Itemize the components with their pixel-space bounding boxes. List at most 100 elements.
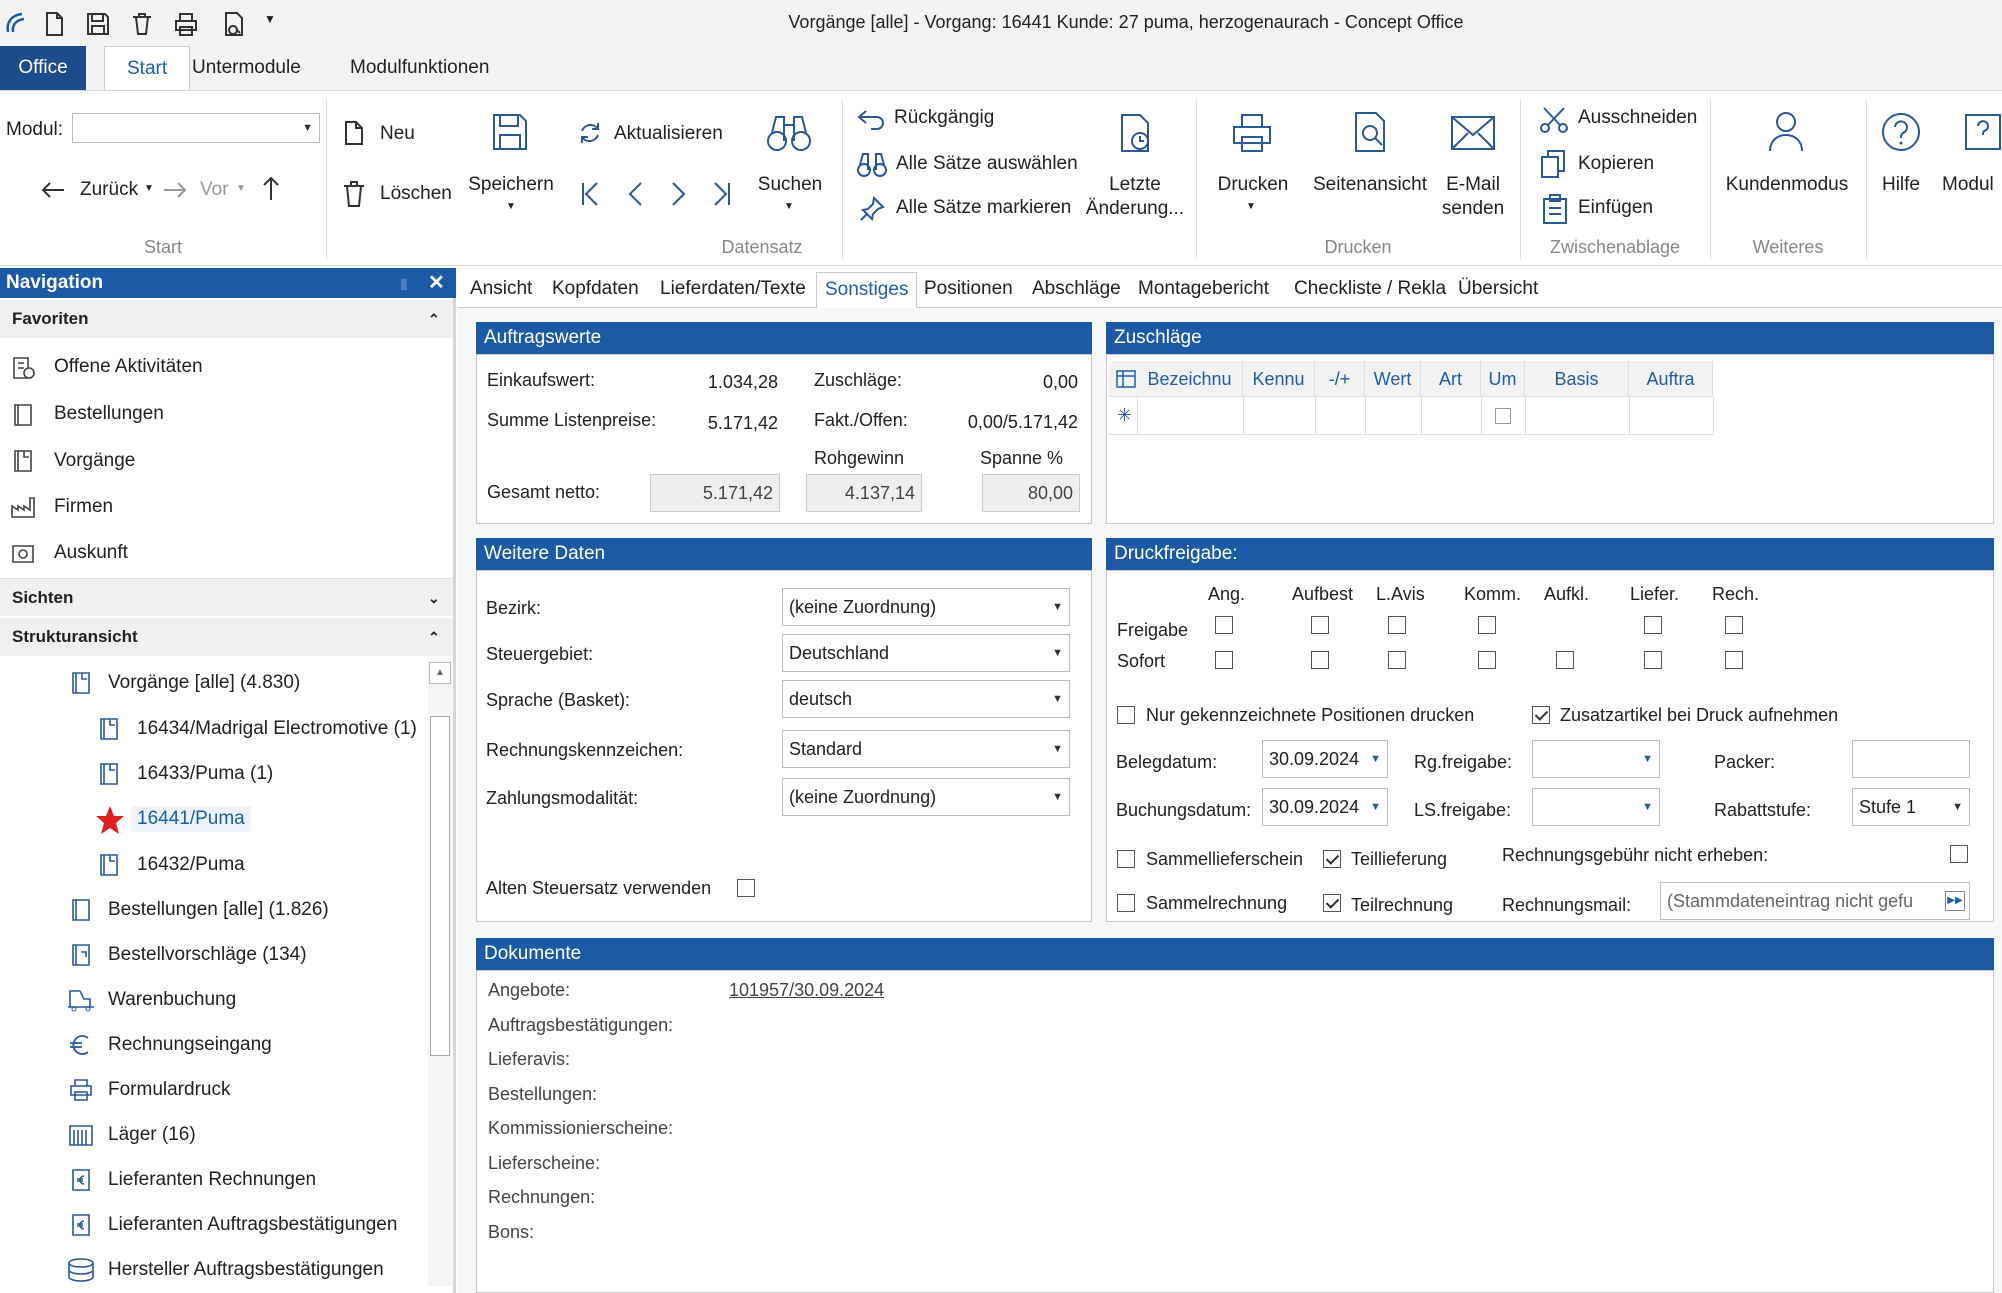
expand-icon[interactable]: ⌄ xyxy=(428,579,440,617)
nav-favorite-companies[interactable]: Firmen xyxy=(54,496,113,518)
col-auftrag[interactable]: Auftra xyxy=(1629,361,1713,397)
tree-scrollbar[interactable]: ▲ xyxy=(428,660,452,1286)
col-wert[interactable]: Wert xyxy=(1365,361,1421,397)
modul-select[interactable]: ▼ xyxy=(72,113,320,143)
tree-item-form-print[interactable]: Formulardruck xyxy=(108,1079,230,1101)
tab-checkliste[interactable]: Checkliste / Rekla xyxy=(1294,278,1446,300)
first-record-icon[interactable] xyxy=(578,179,602,209)
tree-item-warehouses[interactable]: Läger (16) xyxy=(108,1124,196,1146)
new-row[interactable]: ✳ xyxy=(1109,397,1714,435)
freigabe-rech-checkbox[interactable] xyxy=(1725,616,1743,634)
tree-item-invoice-receipt[interactable]: Rechnungseingang xyxy=(108,1034,272,1056)
back-dropdown-icon[interactable]: ▼ xyxy=(144,183,154,194)
favorites-section[interactable]: Favoriten ⌃ xyxy=(0,300,453,338)
freigabe-komm-checkbox[interactable] xyxy=(1478,616,1496,634)
search-dropdown-icon[interactable]: ▼ xyxy=(784,201,794,212)
tab-lieferdaten[interactable]: Lieferdaten/Texte xyxy=(660,278,806,300)
tree-item-16433[interactable]: 16433/Puma (1) xyxy=(137,763,273,785)
zusatzartikel-checkbox[interactable] xyxy=(1532,706,1550,724)
sammelrechnung-checkbox[interactable] xyxy=(1117,894,1135,912)
arrow-up-icon[interactable] xyxy=(256,173,286,203)
tab-montagebericht[interactable]: Montagebericht xyxy=(1138,278,1269,300)
views-section[interactable]: Sichten ⌄ xyxy=(0,578,453,616)
sammellieferschein-checkbox[interactable] xyxy=(1117,850,1135,868)
nav-favorite-info[interactable]: Auskunft xyxy=(54,542,128,564)
forward-button[interactable]: Vor xyxy=(200,179,229,201)
col-bezeichnung[interactable]: Bezeichnu xyxy=(1137,361,1243,397)
rechnungsmail-field[interactable]: (Stammdateneintrag nicht gefu ▶▶ xyxy=(1660,882,1970,920)
refresh-button[interactable]: Aktualisieren xyxy=(614,123,723,145)
tab-untermodule[interactable]: Untermodule xyxy=(170,46,323,90)
freigabe-ang-checkbox[interactable] xyxy=(1215,616,1233,634)
sofort-rech-checkbox[interactable] xyxy=(1725,651,1743,669)
um-checkbox[interactable] xyxy=(1495,408,1511,424)
sofort-komm-checkbox[interactable] xyxy=(1478,651,1496,669)
tab-positionen[interactable]: Positionen xyxy=(924,278,1013,300)
tab-ansicht[interactable]: Ansicht xyxy=(470,278,532,300)
pin-pane-icon[interactable]: ▮ xyxy=(400,268,408,298)
undo-button[interactable]: Rückgängig xyxy=(894,107,994,129)
page-preview-button[interactable]: Seitenansicht xyxy=(1308,173,1432,197)
tree-item-16432[interactable]: 16432/Puma xyxy=(137,854,245,876)
sofort-lavis-checkbox[interactable] xyxy=(1388,651,1406,669)
tab-kopfdaten[interactable]: Kopfdaten xyxy=(552,278,639,300)
bezirk-select[interactable]: (keine Zuordnung) ▼ xyxy=(782,588,1070,626)
help-button[interactable]: Hilfe xyxy=(1870,173,1932,197)
steuergebiet-select[interactable]: Deutschland ▼ xyxy=(782,634,1070,672)
paste-button[interactable]: Einfügen xyxy=(1578,197,1653,219)
sofort-liefer-checkbox[interactable] xyxy=(1644,651,1662,669)
tree-item-order-proposals[interactable]: Bestellvorschläge (134) xyxy=(108,944,307,966)
tree-item-16441-selected[interactable]: 16441/Puma xyxy=(131,806,251,832)
zahlungsmodalitaet-select[interactable]: (keine Zuordnung) ▼ xyxy=(782,778,1070,816)
col-kennung[interactable]: Kennu xyxy=(1243,361,1315,397)
sofort-aufbest-checkbox[interactable] xyxy=(1311,651,1329,669)
tree-item-supplier-confirmations[interactable]: Lieferanten Auftragsbestätigungen xyxy=(108,1214,397,1236)
tree-section[interactable]: Strukturansicht ⌃ xyxy=(0,618,453,656)
grid-menu-icon[interactable] xyxy=(1115,369,1137,389)
select-all-button[interactable]: Alle Sätze auswählen xyxy=(896,153,1078,175)
rechnungskennzeichen-select[interactable]: Standard ▼ xyxy=(782,730,1070,768)
arrow-left-icon[interactable] xyxy=(38,175,68,205)
teilrechnung-checkbox[interactable] xyxy=(1323,894,1341,912)
scrollbar-thumb[interactable] xyxy=(430,716,450,1056)
delete-button[interactable]: Löschen xyxy=(380,183,452,205)
save-button[interactable]: Speichern xyxy=(466,173,556,197)
rabattstufe-select[interactable]: Stufe 1 ▼ xyxy=(1852,788,1970,826)
rechnungsgebuehr-checkbox[interactable] xyxy=(1950,845,1968,863)
previous-record-icon[interactable] xyxy=(624,179,648,209)
teillieferung-checkbox[interactable] xyxy=(1323,850,1341,868)
last-change-button[interactable]: Letzte Änderung... xyxy=(1082,173,1188,221)
module-button[interactable]: Modul xyxy=(1942,173,2002,197)
freigabe-liefer-checkbox[interactable] xyxy=(1644,616,1662,634)
col-um[interactable]: Um xyxy=(1481,361,1525,397)
collapse-icon[interactable]: ⌃ xyxy=(428,618,440,656)
print-button[interactable]: Drucken xyxy=(1210,173,1296,197)
packer-input[interactable] xyxy=(1852,740,1970,778)
col-art[interactable]: Art xyxy=(1421,361,1481,397)
col-plusminus[interactable]: -/+ xyxy=(1315,361,1365,397)
sprache-select[interactable]: deutsch ▼ xyxy=(782,680,1070,718)
lsfreigabe-select[interactable]: ▼ xyxy=(1532,788,1660,826)
forward-icon[interactable]: ▶▶ xyxy=(1945,891,1965,911)
freigabe-aufbest-checkbox[interactable] xyxy=(1311,616,1329,634)
last-record-icon[interactable] xyxy=(710,179,734,209)
nav-favorite-processes[interactable]: Vorgänge xyxy=(54,450,135,472)
next-record-icon[interactable] xyxy=(666,179,690,209)
tree-item-processes-all[interactable]: Vorgänge [alle] (4.830) xyxy=(108,672,300,694)
customer-mode-button[interactable]: Kundenmodus xyxy=(1718,173,1856,197)
close-icon[interactable]: ✕ xyxy=(428,268,445,298)
tree-item-manufacturer-confirmations[interactable]: Hersteller Auftragsbestätigungen xyxy=(108,1259,384,1281)
cut-button[interactable]: Ausschneiden xyxy=(1578,107,1697,129)
belegdatum-picker[interactable]: 30.09.2024 ▼ xyxy=(1262,740,1388,778)
new-button[interactable]: Neu xyxy=(380,123,415,145)
print-dropdown-icon[interactable]: ▼ xyxy=(1246,201,1256,212)
copy-button[interactable]: Kopieren xyxy=(1578,153,1654,175)
alter-steuersatz-checkbox[interactable] xyxy=(737,879,755,897)
collapse-icon[interactable]: ⌃ xyxy=(428,300,440,338)
nav-favorite-activities[interactable]: Offene Aktivitäten xyxy=(54,356,203,378)
freigabe-lavis-checkbox[interactable] xyxy=(1388,616,1406,634)
tree-item-goods-booking[interactable]: Warenbuchung xyxy=(108,989,236,1011)
back-button[interactable]: Zurück xyxy=(80,179,138,201)
nav-favorite-orders[interactable]: Bestellungen xyxy=(54,403,164,425)
buchungsdatum-picker[interactable]: 30.09.2024 ▼ xyxy=(1262,788,1388,826)
